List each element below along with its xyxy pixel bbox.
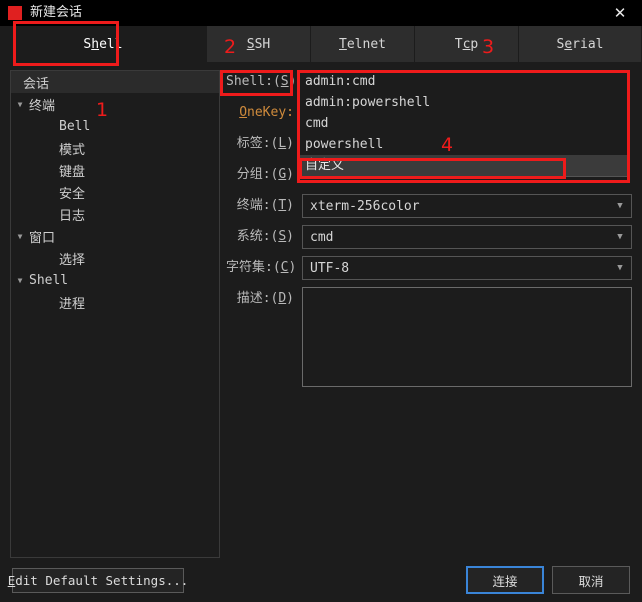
tree-item-0[interactable]: 会话: [11, 71, 219, 93]
tree-item-6[interactable]: 日志: [11, 203, 219, 225]
form-label-0: Shell:(S): [226, 74, 297, 89]
dropdown-item-2[interactable]: cmd: [298, 113, 629, 134]
form-label-4: 终端:(T): [236, 198, 294, 213]
combo-value: UTF-8: [310, 260, 350, 276]
connect-button[interactable]: 连接: [466, 566, 544, 594]
form-field-wrap-4: xterm-256color ▼: [302, 194, 632, 218]
form-field-wrap-6: UTF-8 ▼: [302, 256, 632, 280]
tree-item-label: 窗口: [29, 230, 56, 246]
form-label-1: OneKey:: [239, 105, 294, 120]
form-label-7: 描述:(D): [236, 291, 294, 306]
tree-item-label: 会话: [23, 76, 50, 92]
tab-shell[interactable]: Shell: [0, 26, 207, 62]
app-logo-icon: [8, 6, 22, 20]
tree-item-3[interactable]: 模式: [11, 137, 219, 159]
tree-item-1[interactable]: ▼ 终端: [11, 93, 219, 115]
tab-label: Telnet: [339, 36, 386, 52]
tree-item-label: 终端: [29, 98, 56, 114]
tree-item-2[interactable]: Bell: [11, 115, 219, 137]
combo-value: cmd: [310, 229, 334, 245]
form-row-6: 字符集:(C) UTF-8 ▼: [226, 256, 632, 280]
protocol-tab-bar: Shell SSH Telnet Tcp Serial: [0, 26, 642, 62]
tree-item-label: 模式: [59, 142, 86, 158]
dropdown-item-4[interactable]: 自定义: [298, 155, 629, 176]
tree-item-10[interactable]: 进程: [11, 291, 219, 313]
new-session-dialog: 新建会话 ✕ Shell SSH Telnet Tcp Serial 会话 ▼ 终端 Bell…: [0, 0, 642, 602]
tab-telnet[interactable]: Telnet: [311, 26, 415, 62]
tab-label: Serial: [556, 36, 604, 52]
form-label-3: 分组:(G): [236, 167, 294, 182]
chevron-down-icon[interactable]: ▼: [11, 100, 29, 109]
annotation-number-2: 2: [224, 36, 237, 58]
tab-label: SSH: [246, 36, 271, 52]
dropdown-item-0[interactable]: admin:cmd: [298, 71, 629, 92]
tree-item-8[interactable]: 选择: [11, 247, 219, 269]
shell-dropdown-list[interactable]: admin:cmd admin:powershell cmd powershell 自定…: [297, 70, 630, 177]
form-label-2: 标签:(L): [236, 136, 294, 151]
tree-item-label: Bell: [59, 118, 91, 134]
form-row-7: 描述:(D): [226, 287, 632, 387]
tree-item-label: 键盘: [59, 164, 86, 180]
form-row-5: 系统:(S) cmd ▼: [226, 225, 632, 249]
tree-item-5[interactable]: 安全: [11, 181, 219, 203]
tab-label: Tcp: [454, 36, 479, 52]
title-bar: 新建会话 ✕: [0, 0, 642, 26]
form-label-5: 系统:(S): [236, 229, 294, 244]
tab-tcp[interactable]: Tcp: [415, 26, 519, 62]
annotation-number-4: 4: [441, 134, 454, 156]
description-textarea[interactable]: [302, 287, 632, 387]
chevron-down-icon[interactable]: ▼: [11, 276, 29, 285]
combo-4[interactable]: xterm-256color ▼: [302, 194, 632, 218]
settings-tree[interactable]: 会话 ▼ 终端 Bell 模式 键盘 安全 日志 ▼ 窗口 选择 ▼ Shell 进程: [10, 70, 220, 558]
dialog-button-bar: Edit Default Settings... 连接 取消: [0, 562, 642, 602]
tree-item-label: Shell: [29, 272, 69, 288]
tree-item-label: 进程: [59, 296, 86, 312]
window-title: 新建会话: [30, 5, 83, 20]
tab-ssh[interactable]: SSH: [207, 26, 311, 62]
form-row-4: 终端:(T) xterm-256color ▼: [226, 194, 632, 218]
tree-item-label: 安全: [59, 186, 86, 202]
tree-item-9[interactable]: ▼ Shell: [11, 269, 219, 291]
combo-5[interactable]: cmd ▼: [302, 225, 632, 249]
chevron-down-icon[interactable]: ▼: [609, 263, 631, 273]
combo-6[interactable]: UTF-8 ▼: [302, 256, 632, 280]
chevron-down-icon[interactable]: ▼: [11, 232, 29, 241]
tree-item-label: 日志: [59, 208, 86, 224]
annotation-number-1: 1: [96, 99, 109, 121]
form-field-wrap-7: [302, 287, 632, 387]
chevron-down-icon[interactable]: ▼: [609, 232, 631, 242]
chevron-down-icon[interactable]: ▼: [609, 201, 631, 211]
annotation-number-3: 3: [482, 36, 495, 58]
dropdown-item-3[interactable]: powershell: [298, 134, 629, 155]
tree-item-label: 选择: [59, 252, 86, 268]
form-field-wrap-5: cmd ▼: [302, 225, 632, 249]
tab-serial[interactable]: Serial: [519, 26, 642, 62]
tree-item-4[interactable]: 键盘: [11, 159, 219, 181]
combo-value: xterm-256color: [310, 198, 420, 214]
cancel-button[interactable]: 取消: [552, 566, 630, 594]
close-icon[interactable]: ✕: [598, 0, 642, 26]
edit-default-settings-button[interactable]: Edit Default Settings...: [8, 568, 188, 593]
form-label-6: 字符集:(C): [226, 260, 297, 275]
dropdown-item-1[interactable]: admin:powershell: [298, 92, 629, 113]
tree-item-7[interactable]: ▼ 窗口: [11, 225, 219, 247]
tab-label: Shell: [83, 36, 123, 52]
